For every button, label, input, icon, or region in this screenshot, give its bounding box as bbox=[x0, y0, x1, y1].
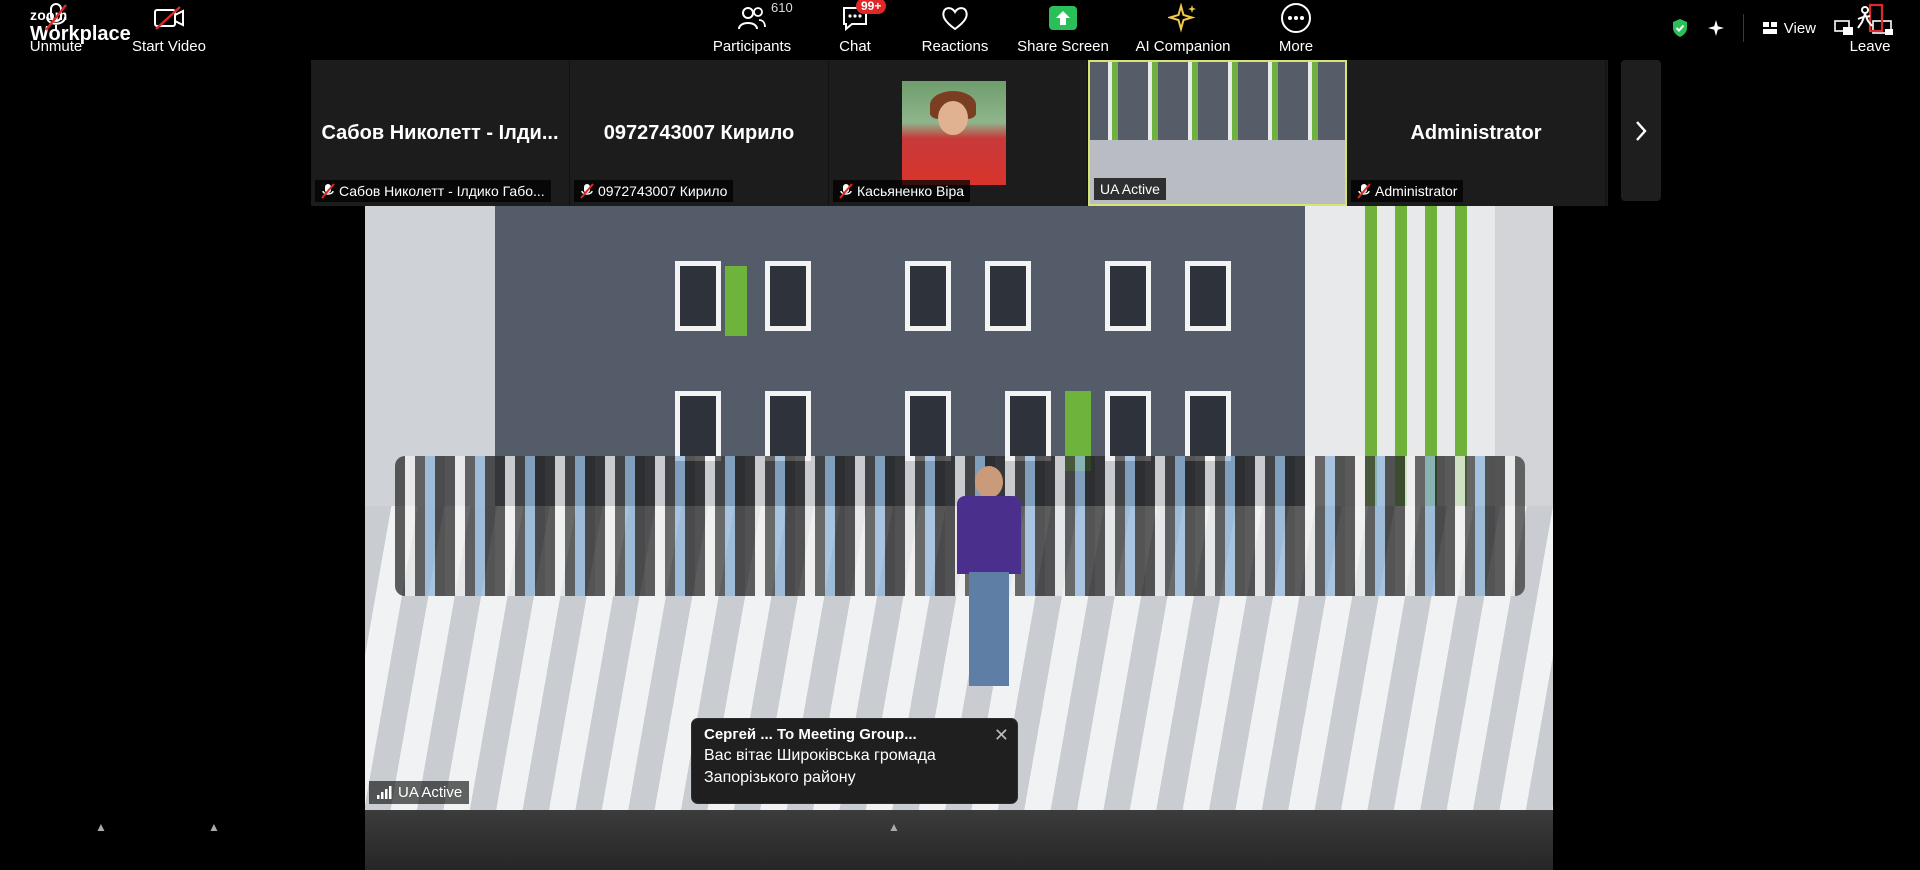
video-scene-presenter bbox=[957, 466, 1021, 686]
scene-window bbox=[675, 261, 721, 331]
leave-label: Leave bbox=[1849, 38, 1891, 55]
video-off-icon bbox=[154, 6, 184, 30]
participant-tile[interactable]: Сабов Николетт - Ілди... Сабов Николетт … bbox=[311, 60, 570, 206]
participant-thumbnail-strip: Сабов Николетт - Ілди... Сабов Николетт … bbox=[311, 60, 1608, 206]
reactions-button[interactable]: Reactions bbox=[920, 0, 990, 60]
audio-options-chevron-up-icon[interactable]: ▲ bbox=[95, 820, 107, 834]
scene-window bbox=[1105, 391, 1151, 461]
scene-window bbox=[905, 261, 951, 331]
mic-muted-icon bbox=[1357, 183, 1371, 199]
start-video-button[interactable]: Start Video bbox=[128, 0, 210, 60]
ai-sparkle-icon[interactable] bbox=[1707, 19, 1725, 37]
close-icon[interactable]: ✕ bbox=[994, 725, 1009, 746]
chevron-right-icon bbox=[1636, 120, 1647, 141]
main-video-label: UA Active bbox=[369, 781, 470, 804]
leave-door-icon bbox=[1857, 3, 1884, 33]
start-video-label: Start Video bbox=[132, 38, 206, 55]
toolbar-center-panel bbox=[365, 810, 1553, 870]
participant-label: Касьяненко Віра bbox=[833, 180, 971, 202]
view-label: View bbox=[1783, 19, 1816, 37]
participant-tile[interactable]: Касьяненко Віра bbox=[829, 60, 1088, 206]
participant-label-text: UA Active bbox=[1100, 181, 1160, 197]
chat-sender: Сергей ... To Meeting Group... bbox=[704, 726, 917, 743]
share-screen-button[interactable]: Share Screen bbox=[1017, 0, 1109, 60]
participants-button[interactable]: 610 Participants bbox=[710, 0, 794, 60]
mic-muted-icon bbox=[321, 183, 335, 199]
photo-face bbox=[938, 101, 968, 135]
reactions-label: Reactions bbox=[921, 38, 989, 55]
signal-strength-icon bbox=[377, 785, 392, 799]
participant-label-text: Сабов Николетт - Ілдико Габо... bbox=[339, 183, 545, 199]
chat-message-line: Запорізького району bbox=[704, 769, 856, 786]
more-label: More bbox=[1278, 38, 1314, 55]
more-dots-icon bbox=[1281, 3, 1311, 33]
participant-label: 0972743007 Кирило bbox=[574, 180, 734, 202]
scene-window bbox=[985, 261, 1031, 331]
mic-muted-icon bbox=[839, 183, 853, 199]
chat-options-chevron-up-icon[interactable]: ▲ bbox=[888, 820, 900, 834]
share-screen-label: Share Screen bbox=[1017, 38, 1109, 55]
share-screen-icon bbox=[1049, 6, 1077, 30]
scene-window bbox=[1005, 391, 1051, 461]
scene-window bbox=[765, 391, 811, 461]
chat-unread-badge: 99+ bbox=[856, 0, 887, 14]
leave-button[interactable]: Leave bbox=[1848, 0, 1892, 60]
ai-companion-sparkle-icon bbox=[1168, 3, 1196, 33]
video-options-chevron-up-icon[interactable]: ▲ bbox=[208, 820, 220, 834]
unmute-label: Unmute bbox=[29, 38, 83, 55]
presenter-shirt bbox=[957, 496, 1021, 574]
participants-count: 610 bbox=[771, 0, 793, 15]
scene-window bbox=[1185, 391, 1231, 461]
more-button[interactable]: More bbox=[1270, 0, 1322, 60]
mic-muted-icon bbox=[45, 3, 67, 31]
presenter-head bbox=[975, 466, 1003, 498]
participant-tile[interactable]: Administrator Administrator bbox=[1347, 60, 1606, 206]
participant-label: Administrator bbox=[1351, 180, 1464, 202]
participant-display-name: Administrator bbox=[1410, 122, 1542, 144]
scene-green-panel bbox=[725, 266, 747, 336]
heart-icon bbox=[942, 7, 968, 31]
participant-label-text: 0972743007 Кирило bbox=[598, 183, 728, 199]
participants-icon bbox=[738, 7, 766, 30]
chat-button[interactable]: 99+ Chat bbox=[835, 0, 887, 60]
participant-display-name: 0972743007 Кирило bbox=[603, 122, 795, 144]
participant-tile-active-speaker[interactable]: UA Active bbox=[1088, 60, 1347, 206]
ai-companion-button[interactable]: AI Companion bbox=[1132, 0, 1234, 60]
scene-window bbox=[1185, 261, 1231, 331]
ai-companion-label: AI Companion bbox=[1135, 38, 1231, 55]
participant-label: Сабов Николетт - Ілдико Габо... bbox=[315, 180, 551, 202]
encryption-shield-icon[interactable] bbox=[1671, 18, 1689, 38]
mic-muted-icon bbox=[580, 183, 594, 199]
grid-view-icon bbox=[1762, 22, 1777, 34]
view-button[interactable]: View bbox=[1762, 20, 1816, 37]
participants-label: Participants bbox=[712, 38, 792, 55]
unmute-button[interactable]: Unmute bbox=[22, 0, 90, 60]
next-page-button[interactable] bbox=[1621, 60, 1661, 201]
participant-label-text: Касьяненко Віра bbox=[857, 183, 965, 199]
participant-label: UA Active bbox=[1094, 178, 1166, 200]
participant-label-text: Administrator bbox=[1375, 183, 1458, 199]
participant-profile-photo bbox=[902, 81, 1006, 185]
divider bbox=[1742, 14, 1744, 42]
presenter-legs bbox=[969, 572, 1009, 686]
scene-window bbox=[675, 391, 721, 461]
scene-window bbox=[765, 261, 811, 331]
participant-display-name: Сабов Николетт - Ілди... bbox=[321, 122, 559, 144]
chat-message-popup[interactable]: Сергей ... To Meeting Group... Вас вітає… bbox=[691, 718, 1018, 804]
scene-window bbox=[1105, 261, 1151, 331]
scene-window bbox=[905, 391, 951, 461]
participant-tile[interactable]: 0972743007 Кирило 0972743007 Кирило bbox=[570, 60, 829, 206]
chat-message-line: Вас вітає Широківська громада bbox=[704, 747, 936, 764]
main-video-label-text: UA Active bbox=[398, 784, 463, 801]
chat-label: Chat bbox=[839, 38, 871, 55]
